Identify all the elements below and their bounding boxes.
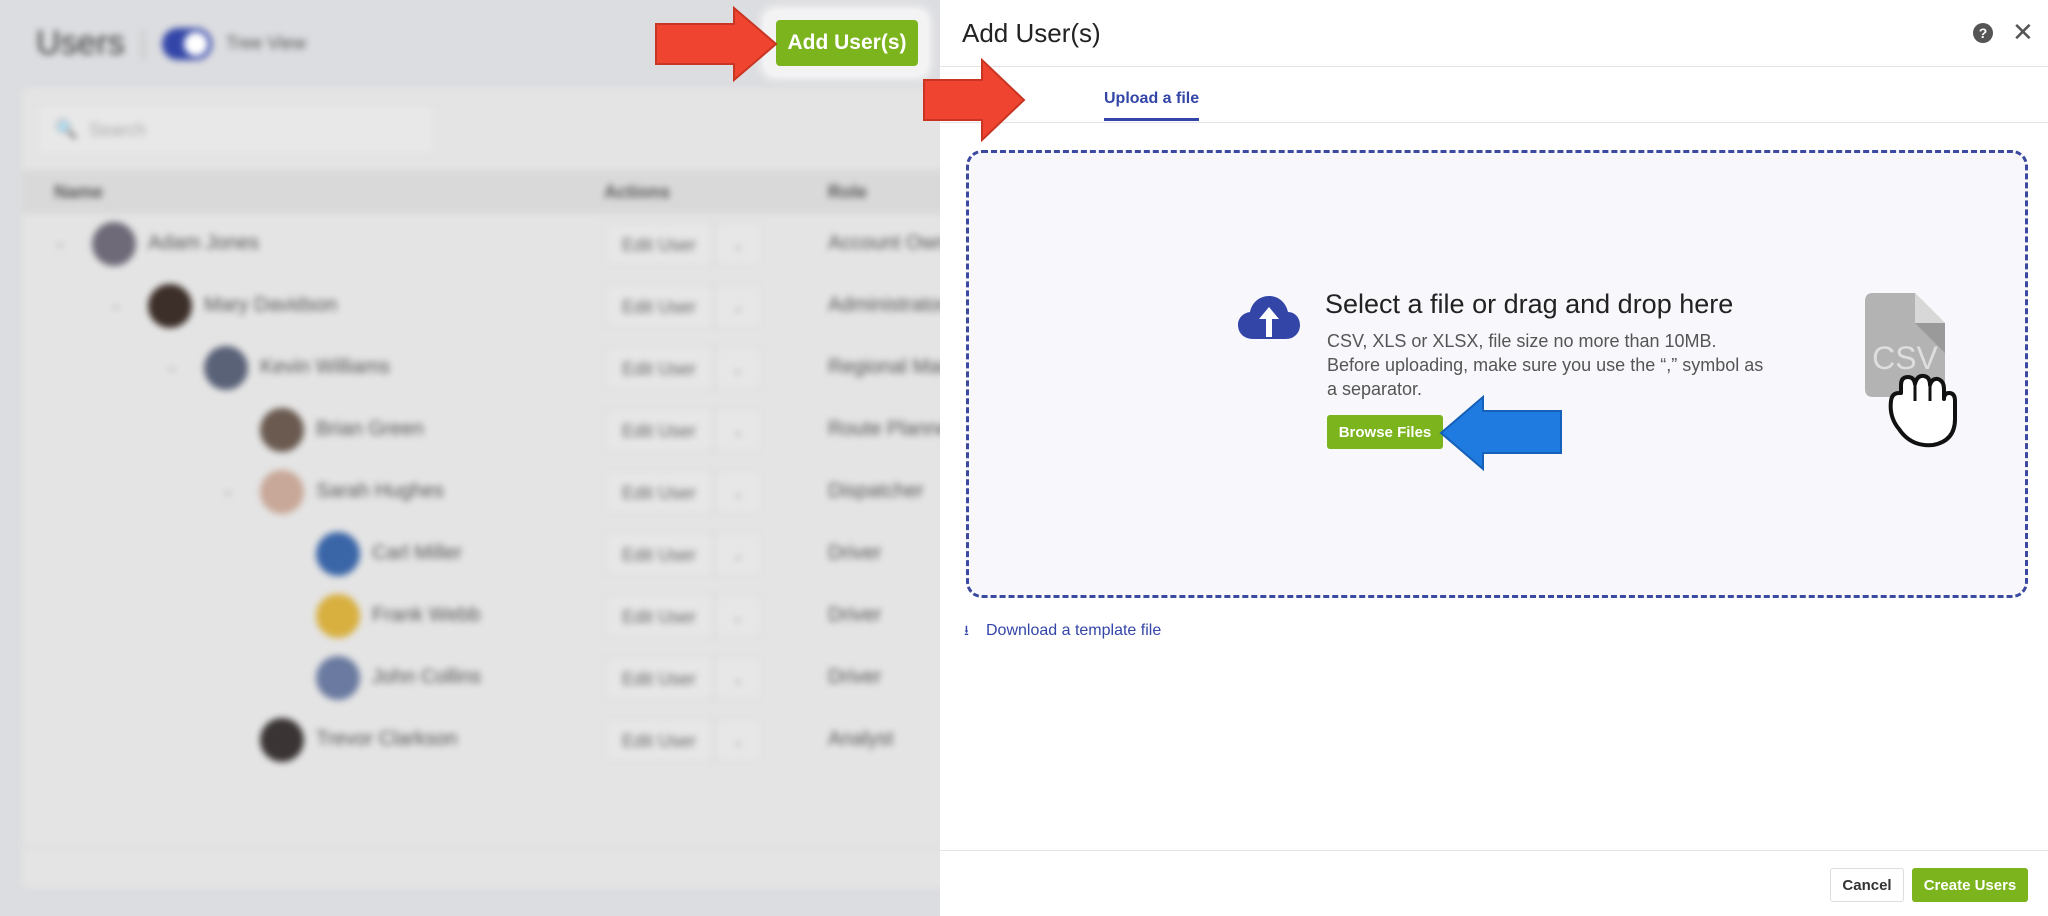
- create-users-button[interactable]: Create Users: [1912, 868, 2028, 902]
- expand-chevron-icon[interactable]: ⌄: [110, 296, 122, 313]
- red-arrow-icon: [655, 6, 778, 82]
- cancel-button[interactable]: Cancel: [1830, 868, 1904, 902]
- add-users-modal: Add User(s) ? ✕ Upload a file Select a f…: [923, 0, 2048, 916]
- actions-dropdown-icon[interactable]: ⌄: [714, 594, 762, 638]
- table-row[interactable]: Carl Miller Edit User ⌄ Driver: [22, 524, 940, 586]
- expand-chevron-icon[interactable]: ⌄: [222, 482, 234, 499]
- file-dropzone[interactable]: Select a file or drag and drop here CSV,…: [966, 150, 2028, 598]
- tree-view-label: Tree View: [226, 33, 307, 53]
- user-name: Adam Jones: [148, 232, 260, 254]
- avatar: [260, 718, 304, 762]
- actions-dropdown-icon[interactable]: ⌄: [714, 656, 762, 700]
- hand-cursor-icon: [1888, 373, 1957, 448]
- user-name: Sarah Hughes: [316, 480, 444, 502]
- modal-title: Add User(s): [962, 18, 1101, 48]
- table-row[interactable]: John Collins Edit User ⌄ Driver: [22, 648, 940, 710]
- cloud-upload-icon: [1238, 296, 1300, 339]
- edit-user-button[interactable]: Edit User: [604, 470, 714, 514]
- users-page-background: Users Tree View 🔍 Search Name Actions Ro…: [0, 0, 940, 916]
- user-name: John Collins: [372, 666, 481, 688]
- search-placeholder: Search: [89, 120, 147, 140]
- avatar: [204, 346, 248, 390]
- title-divider: [142, 30, 144, 60]
- dropzone-title: Select a file or drag and drop here: [1325, 289, 1734, 319]
- table-row[interactable]: ⌄ Mary Davidson Edit User ⌄ Administrator: [22, 276, 940, 338]
- edit-user-button[interactable]: Edit User: [604, 222, 714, 266]
- avatar: [92, 222, 136, 266]
- column-header-name: Name: [54, 182, 104, 202]
- add-users-button[interactable]: Add User(s): [776, 20, 918, 66]
- help-icon[interactable]: ?: [1973, 23, 1993, 43]
- tab-upload-a-file[interactable]: Upload a file: [1104, 90, 1200, 121]
- expand-chevron-icon[interactable]: ⌄: [166, 358, 178, 375]
- page: Users Tree View 🔍 Search Name Actions Ro…: [0, 0, 2048, 916]
- actions-dropdown-icon[interactable]: ⌄: [714, 346, 762, 390]
- avatar: [260, 470, 304, 514]
- edit-user-button[interactable]: Edit User: [604, 284, 714, 328]
- edit-user-button[interactable]: Edit User: [604, 408, 714, 452]
- table-row[interactable]: ⌄ Sarah Hughes Edit User ⌄ Dispatcher: [22, 462, 940, 524]
- actions-dropdown-icon[interactable]: ⌄: [714, 718, 762, 762]
- actions-dropdown-icon[interactable]: ⌄: [714, 284, 762, 328]
- table-row[interactable]: Brian Green Edit User⌄ Route Planner: [22, 400, 940, 462]
- edit-user-button[interactable]: Edit User: [604, 718, 714, 762]
- column-header-actions: Actions: [604, 182, 671, 202]
- blue-arrow-icon: [1439, 395, 1562, 471]
- search-input[interactable]: 🔍 Search: [36, 104, 436, 156]
- user-role: Driver: [828, 604, 882, 626]
- users-page-content: Users Tree View 🔍 Search Name Actions Ro…: [0, 0, 940, 916]
- download-template-label: Download a template file: [986, 622, 1162, 639]
- avatar: [316, 594, 360, 638]
- footer-divider: [940, 850, 2048, 851]
- download-template-link[interactable]: ⭳ Download a template file: [964, 620, 1161, 644]
- column-header-role: Role: [828, 182, 868, 202]
- edit-user-button[interactable]: Edit User: [604, 532, 714, 576]
- avatar: [260, 408, 304, 452]
- csv-label: CSV: [1872, 340, 1938, 376]
- user-role: Route Planner: [828, 418, 940, 440]
- table-footer-divider: [22, 846, 940, 847]
- csv-file-icon: CSV: [1865, 293, 1957, 448]
- actions-dropdown-icon[interactable]: ⌄: [714, 222, 762, 266]
- table-row[interactable]: Trevor Clarkson Edit User ⌄ Analyst: [22, 710, 940, 772]
- user-role: Account Owner: [828, 232, 940, 254]
- search-icon: 🔍: [55, 119, 78, 139]
- user-name: Frank Webb: [372, 604, 481, 626]
- table-header: Name Actions Role: [22, 170, 940, 214]
- user-name: Trevor Clarkson: [316, 728, 458, 750]
- actions-dropdown-icon[interactable]: ⌄: [714, 408, 762, 452]
- user-role: Analyst: [828, 728, 894, 750]
- browse-files-button[interactable]: Browse Files: [1327, 415, 1443, 449]
- red-arrow-tab-icon: [923, 58, 1026, 142]
- user-role: Administrator: [828, 294, 940, 316]
- avatar: [148, 284, 192, 328]
- user-role: Driver: [828, 542, 882, 564]
- dropzone-description: CSV, XLS or XLSX, file size no more than…: [1327, 331, 1764, 399]
- page-title: Users: [36, 24, 125, 62]
- close-icon[interactable]: ✕: [2012, 18, 2034, 46]
- table-row[interactable]: Frank Webb Edit User ⌄ Driver: [22, 586, 940, 648]
- tree-view-toggle[interactable]: [162, 28, 212, 60]
- avatar: [316, 656, 360, 700]
- edit-user-button[interactable]: Edit User: [604, 594, 714, 638]
- expand-chevron-icon[interactable]: ⌄: [54, 234, 66, 251]
- user-name: Kevin Williams: [260, 356, 391, 378]
- user-role: Dispatcher: [828, 480, 924, 502]
- user-role: Regional Manager: [828, 356, 940, 378]
- actions-dropdown-icon[interactable]: ⌄: [714, 532, 762, 576]
- download-icon: ⭳: [964, 622, 969, 638]
- actions-dropdown-icon[interactable]: ⌄: [714, 470, 762, 514]
- avatar: [316, 532, 360, 576]
- user-name: Brian Green: [316, 418, 424, 440]
- table-row[interactable]: ⌄Kevin WilliamsEdit User⌄Regional Manage…: [22, 338, 940, 400]
- user-name: Carl Miller: [372, 542, 462, 564]
- user-name: Mary Davidson: [204, 294, 338, 316]
- header-divider: [940, 66, 2048, 67]
- table-row[interactable]: ⌄Adam JonesEdit User⌄Account Owner: [22, 214, 940, 276]
- edit-user-button[interactable]: Edit User: [604, 346, 714, 390]
- tabs-divider: [940, 122, 2048, 123]
- edit-user-button[interactable]: Edit User: [604, 656, 714, 700]
- user-role: Driver: [828, 666, 882, 688]
